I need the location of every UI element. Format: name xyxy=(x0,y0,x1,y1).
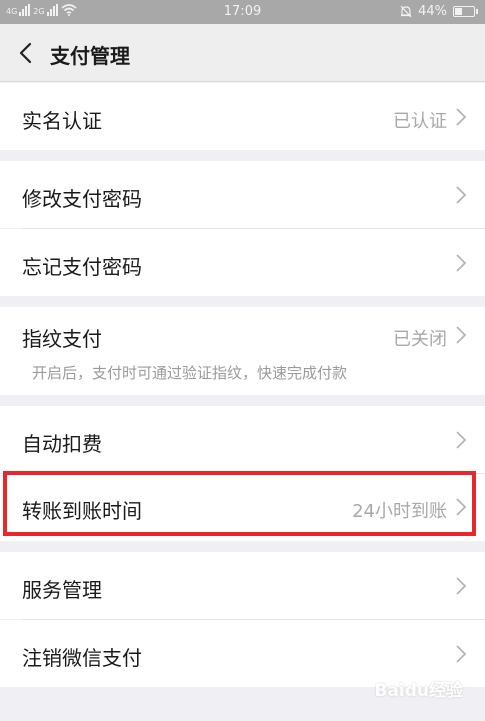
menu-item-label: 修改支付密码 xyxy=(22,187,142,211)
menu-item-auto-deduct[interactable]: 自动扣费 xyxy=(0,406,485,473)
chevron-right-icon xyxy=(456,326,467,344)
alarm-icon xyxy=(400,5,412,18)
chevron-right-icon xyxy=(456,431,467,449)
battery-icon xyxy=(453,6,478,17)
watermark: Baidu经验 xyxy=(374,681,463,701)
menu-item-label: 实名认证 xyxy=(22,109,102,133)
battery-percent: 44% xyxy=(418,4,447,19)
menu-item-label: 忘记支付密码 xyxy=(22,255,142,279)
menu-item-label: 指纹支付 xyxy=(22,327,102,351)
chevron-right-icon xyxy=(456,254,467,272)
menu-item-fingerprint-pay[interactable]: 指纹支付 已关闭 开启后，支付时可通过验证指纹，快速完成付款 xyxy=(0,307,485,395)
menu-item-label: 自动扣费 xyxy=(22,432,102,456)
chevron-right-icon xyxy=(456,577,467,595)
back-arrow-icon[interactable] xyxy=(14,36,38,70)
menu-item-description: 开启后，支付时可通过验证指纹，快速完成付款 xyxy=(32,364,348,382)
menu-item-label: 转账到账时间 xyxy=(22,499,142,523)
menu-item-label: 注销微信支付 xyxy=(22,646,142,670)
menu-item-value: 24小时到账 xyxy=(352,501,447,522)
menu-item-label: 服务管理 xyxy=(22,578,102,602)
menu-item-value: 已认证 xyxy=(393,111,447,132)
chevron-right-icon xyxy=(456,108,467,126)
page-title: 支付管理 xyxy=(50,44,130,68)
menu-item-real-name[interactable]: 实名认证 已认证 xyxy=(0,83,485,150)
menu-item-change-password[interactable]: 修改支付密码 xyxy=(0,161,485,228)
chevron-right-icon xyxy=(456,498,467,516)
chevron-right-icon xyxy=(456,186,467,204)
menu-item-transfer-time[interactable]: 转账到账时间 24小时到账 xyxy=(0,474,485,541)
menu-item-forgot-password[interactable]: 忘记支付密码 xyxy=(0,229,485,296)
status-bar: 4G 2G 17:09 44% xyxy=(0,0,485,24)
nav-bar: 支付管理 xyxy=(0,24,485,82)
menu-item-service-management[interactable]: 服务管理 xyxy=(0,552,485,619)
menu-item-value: 已关闭 xyxy=(393,329,447,350)
chevron-right-icon xyxy=(456,645,467,663)
status-right: 44% xyxy=(400,4,478,19)
